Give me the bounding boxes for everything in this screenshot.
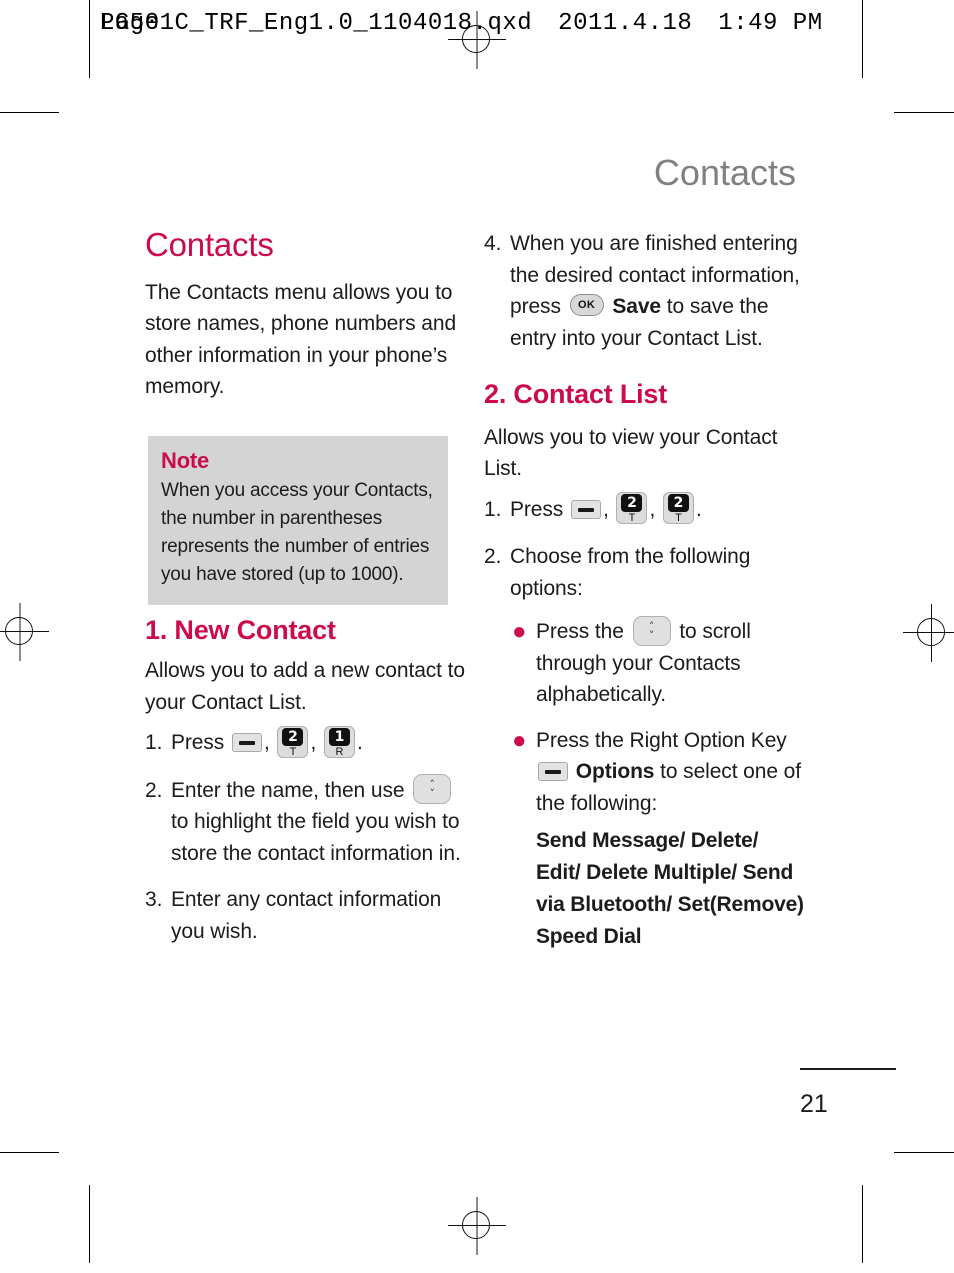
step-text: Press , 2 T , 2 T . bbox=[510, 492, 804, 526]
step-text: Press , 2 T , 1 R . bbox=[171, 725, 465, 759]
bullet-item: ● Press the Right Option Key Options to … bbox=[484, 725, 804, 820]
chevron-down-icon: ˅ bbox=[648, 628, 655, 642]
softkey-left-icon bbox=[570, 499, 601, 519]
options-label: Options bbox=[575, 760, 655, 784]
step-item: 2. Choose from the following options: bbox=[484, 541, 804, 604]
step-text: When you are finished entering the desir… bbox=[510, 228, 804, 354]
step-number: 1. bbox=[145, 731, 163, 755]
key-1-icon: 1 R bbox=[323, 725, 355, 758]
key-separator: , bbox=[263, 731, 270, 755]
step-text: Choose from the following options: bbox=[510, 545, 751, 600]
nav-key-icon: ˄ ˅ bbox=[413, 774, 452, 805]
step-item: 1. Press , 2 T , 1 R . bbox=[145, 725, 465, 759]
footer-divider bbox=[800, 1068, 896, 1070]
step-text: Enter any contact information you wish. bbox=[171, 888, 442, 943]
key-2-sublabel: T bbox=[628, 512, 636, 525]
ok-key-icon: OK bbox=[569, 294, 604, 317]
chapter-intro-paragraph: The Contacts menu allows you to store na… bbox=[145, 280, 457, 399]
right-column: 4. When you are finished entering the de… bbox=[484, 228, 804, 953]
step-item: 3. Enter any contact information you wis… bbox=[145, 884, 465, 947]
step-number: 3. bbox=[145, 888, 163, 912]
note-box-text: When you access your Contacts, the numbe… bbox=[161, 480, 433, 586]
step-text-post: . bbox=[356, 731, 363, 755]
softkey-right-icon bbox=[538, 762, 568, 782]
options-list: Send Message/ Delete/ Edit/ Delete Multi… bbox=[536, 829, 804, 948]
key-2-icon: 2 T bbox=[662, 492, 694, 525]
key-2-icon: 2 T bbox=[277, 725, 309, 758]
step-number: 4. bbox=[484, 232, 502, 255]
step-item: 4. When you are finished entering the de… bbox=[484, 228, 804, 354]
step-text-pre: Enter the name, then use bbox=[171, 778, 405, 802]
softkey-left-icon bbox=[231, 733, 262, 753]
step-number: 2. bbox=[484, 545, 502, 569]
bullet-text: Press the Right Option Key Options to se… bbox=[536, 725, 804, 820]
key-separator: , bbox=[602, 497, 609, 521]
bullet-text: Press the ˄ ˅ to scroll through your Con… bbox=[536, 615, 804, 711]
section-heading-new-contact: 1. New Contact bbox=[145, 614, 336, 645]
chevron-down-icon: ˅ bbox=[429, 787, 435, 801]
bullet-dot-icon: ● bbox=[512, 618, 527, 646]
bullet-text-pre: Press the bbox=[536, 620, 624, 644]
note-box-title: Note bbox=[161, 448, 210, 473]
section-description-contact-list: Allows you to view your Contact List. bbox=[484, 425, 778, 481]
bullet-text-pre: Press the Right Option Key bbox=[536, 728, 787, 752]
key-2-icon: 2 T bbox=[616, 492, 648, 525]
key-2-sublabel: T bbox=[675, 512, 682, 525]
step-number: 1. bbox=[484, 497, 502, 521]
step-text-pre: Press bbox=[510, 497, 564, 521]
step-text-post: . bbox=[695, 497, 702, 521]
page-number: 21 bbox=[800, 1090, 828, 1118]
running-header-title: Contacts bbox=[653, 152, 796, 193]
section-description-new-contact: Allows you to add a new contact to your … bbox=[145, 659, 465, 714]
step-text-post: to highlight the field you wish to store… bbox=[171, 810, 461, 865]
chapter-title: Contacts bbox=[145, 226, 274, 263]
bullet-dot-icon: ● bbox=[512, 726, 527, 754]
bullet-item: ● Press the ˄ ˅ to scroll through your C… bbox=[484, 615, 804, 711]
step-text-pre: Press bbox=[171, 731, 225, 755]
step-number: 2. bbox=[145, 778, 163, 802]
key-2-sublabel: T bbox=[289, 745, 297, 758]
manual-page: Contacts Contacts The Contacts menu allo… bbox=[0, 0, 954, 1263]
key-separator: , bbox=[310, 731, 317, 755]
key-1-sublabel: R bbox=[335, 745, 344, 758]
nav-key-icon: ˄ ˅ bbox=[632, 615, 671, 646]
key-separator: , bbox=[649, 497, 656, 521]
save-label: Save bbox=[612, 295, 662, 318]
step-text: Enter the name, then use ˄ ˅ to highligh… bbox=[171, 774, 465, 870]
step-item: 1. Press , 2 T , 2 T . bbox=[484, 492, 804, 526]
note-box: Note When you access your Contacts, the … bbox=[148, 436, 448, 606]
section-heading-contact-list: 2. Contact List bbox=[484, 379, 668, 409]
step-item: 2. Enter the name, then use ˄ ˅ to highl… bbox=[145, 774, 465, 870]
